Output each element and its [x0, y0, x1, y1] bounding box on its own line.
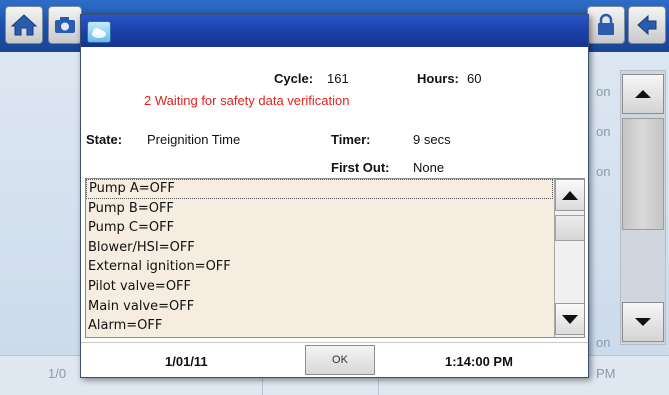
date-display: 1/01/11 — [165, 354, 208, 369]
timer-value: 9 secs — [413, 132, 451, 147]
list-item[interactable]: Main valve=OFF — [86, 297, 553, 317]
scroll-down-button[interactable] — [555, 303, 584, 335]
hours-label: Hours: — [417, 71, 459, 86]
background-scroll-thumb[interactable] — [622, 118, 664, 230]
cycle-value: 161 — [327, 71, 349, 86]
background-date-fragment: 1/0 — [48, 366, 67, 381]
list-item[interactable]: Pump B=OFF — [86, 199, 553, 219]
app-icon — [87, 21, 111, 43]
state-label: State: — [86, 132, 123, 147]
list-item[interactable]: Pump C=OFF — [86, 218, 553, 238]
background-scroll-up-button[interactable] — [622, 74, 664, 114]
scroll-thumb[interactable] — [555, 215, 584, 241]
output-status-list[interactable]: Pump A=OFF Pump B=OFF Pump C=OFF Blower/… — [85, 178, 585, 338]
list-item[interactable]: Pump A=OFF — [86, 179, 553, 199]
ok-button[interactable]: OK — [305, 345, 375, 375]
list-item[interactable]: Blower/HSI=OFF — [86, 238, 553, 258]
scroll-up-button[interactable] — [555, 179, 584, 211]
home-icon[interactable] — [5, 6, 43, 44]
timer-label: Timer: — [331, 132, 371, 147]
background-scroll-down-button[interactable] — [622, 302, 664, 342]
background-label: on — [596, 84, 611, 99]
camera-icon[interactable] — [48, 6, 82, 44]
state-value: Preignition Time — [147, 132, 241, 147]
status-message: 2 Waiting for safety data verification — [144, 93, 350, 108]
status-dialog: Cycle: 161 Hours: 60 2 Waiting for safet… — [80, 14, 589, 378]
background-label: on — [596, 124, 611, 139]
chevron-down-icon — [562, 314, 578, 324]
first-out-label: First Out: — [331, 160, 390, 175]
dialog-titlebar[interactable] — [81, 15, 588, 47]
cycle-label: Cycle: — [274, 71, 314, 86]
background-time-fragment: PM — [596, 366, 616, 381]
background-label: on — [596, 335, 611, 350]
background-label: on — [596, 164, 611, 179]
first-out-value: None — [413, 160, 445, 175]
time-display: 1:14:00 PM — [445, 354, 513, 369]
chevron-up-icon — [562, 190, 578, 200]
lock-icon[interactable] — [587, 6, 625, 44]
footer-divider — [81, 342, 588, 343]
hours-value: 60 — [467, 71, 482, 86]
back-arrow-icon[interactable] — [628, 6, 666, 44]
list-item[interactable]: Alarm=OFF — [86, 316, 553, 336]
list-scrollbar[interactable] — [554, 179, 584, 337]
list-item[interactable]: Pilot valve=OFF — [86, 277, 553, 297]
list-item[interactable]: External ignition=OFF — [86, 257, 553, 277]
